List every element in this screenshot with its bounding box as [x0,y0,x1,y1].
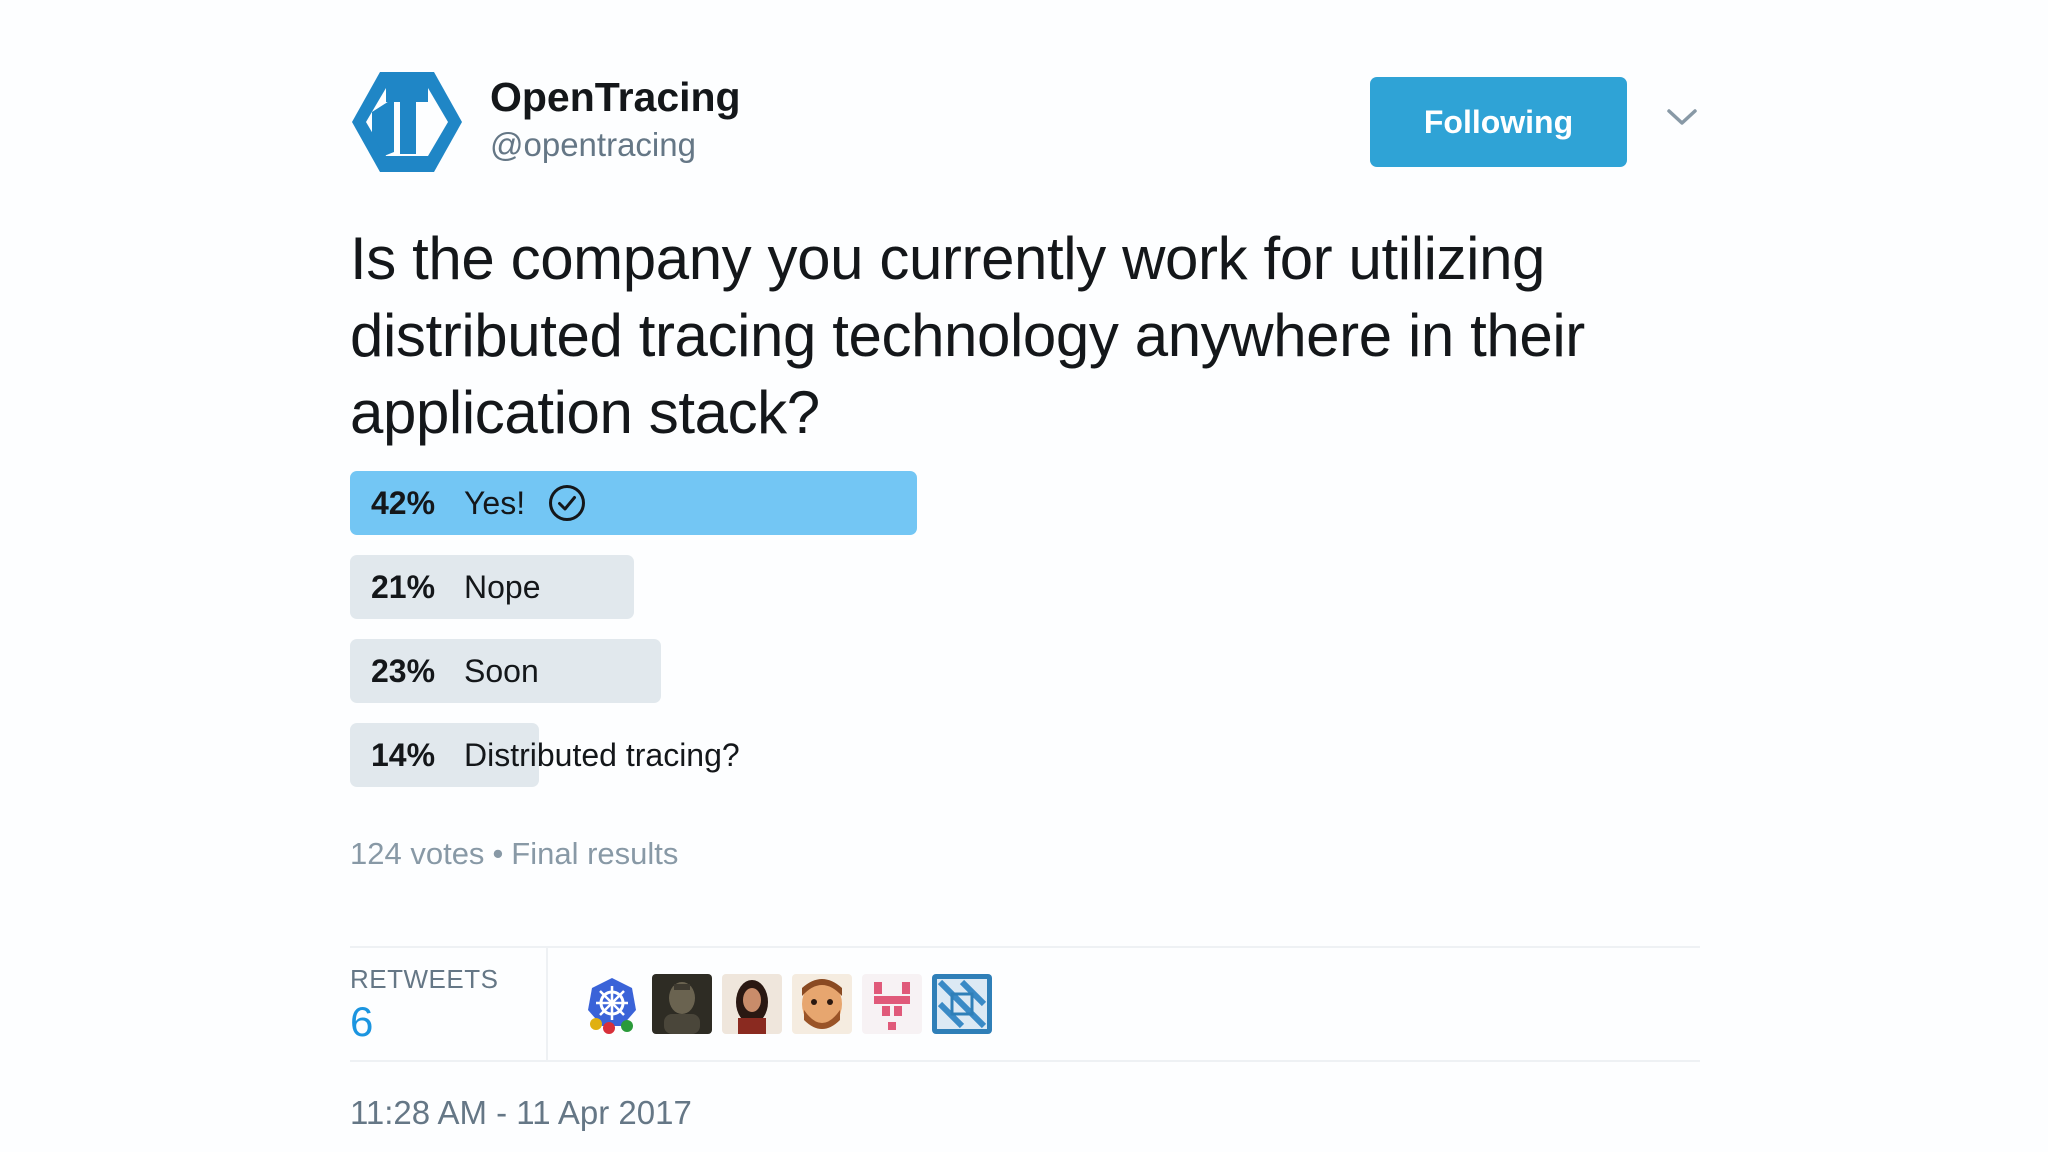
poll-option-soon: 23% Soon [350,639,1700,703]
poll-percent: 42% [371,484,436,521]
poll-vote-count: 124 votes [350,836,485,871]
retweets-count[interactable]: 6 [350,998,373,1046]
tweet-timestamp[interactable]: 11:28 AM - 11 Apr 2017 [350,1094,692,1132]
poll-status: Final results [511,836,679,871]
poll-percent: 21% [371,568,436,605]
poll-option-distributed-tracing: 14% Distributed tracing? [350,723,1700,787]
poll-option-label: Distributed tracing? [464,736,740,773]
tweet-text: Is the company you currently work for ut… [350,225,1585,446]
retweeter-avatar-dark-portrait[interactable] [652,974,712,1034]
retweets-label: RETWEETS [350,964,499,994]
following-button[interactable]: Following [1370,77,1627,167]
divider [546,948,548,1060]
poll-option-label: Yes! [464,484,526,521]
poll-option-yes: 42% Yes! [350,471,1700,535]
poll-option-label: Soon [464,652,539,689]
poll: 42% Yes! 21% Nope 23% Soon 14% Distribut… [350,471,1700,807]
tweet-card: OpenTracing @opentracing Following Is th… [350,68,1700,1138]
display-name[interactable]: OpenTracing [490,74,741,121]
poll-percent: 23% [371,652,436,689]
poll-option-nope: 21% Nope [350,555,1700,619]
check-circle-icon [547,483,587,523]
poll-summary: 124 votes • Final results [350,836,678,872]
retweeter-avatar-kubernetes[interactable] [582,974,642,1034]
divider [350,1060,1700,1062]
retweeter-avatar-pixel-art[interactable] [862,974,922,1034]
poll-option-label: Nope [464,568,541,605]
divider [350,946,1700,948]
separator-dot: • [492,836,504,871]
user-handle[interactable]: @opentracing [490,126,696,164]
retweeter-avatar-blue-pattern[interactable] [932,974,992,1034]
opentracing-logo-avatar[interactable] [350,68,464,176]
chevron-down-icon[interactable] [1665,106,1699,128]
retweeter-avatar-cartoon-man[interactable] [792,974,852,1034]
poll-percent: 14% [371,736,436,773]
retweeter-avatar-woman-portrait[interactable] [722,974,782,1034]
